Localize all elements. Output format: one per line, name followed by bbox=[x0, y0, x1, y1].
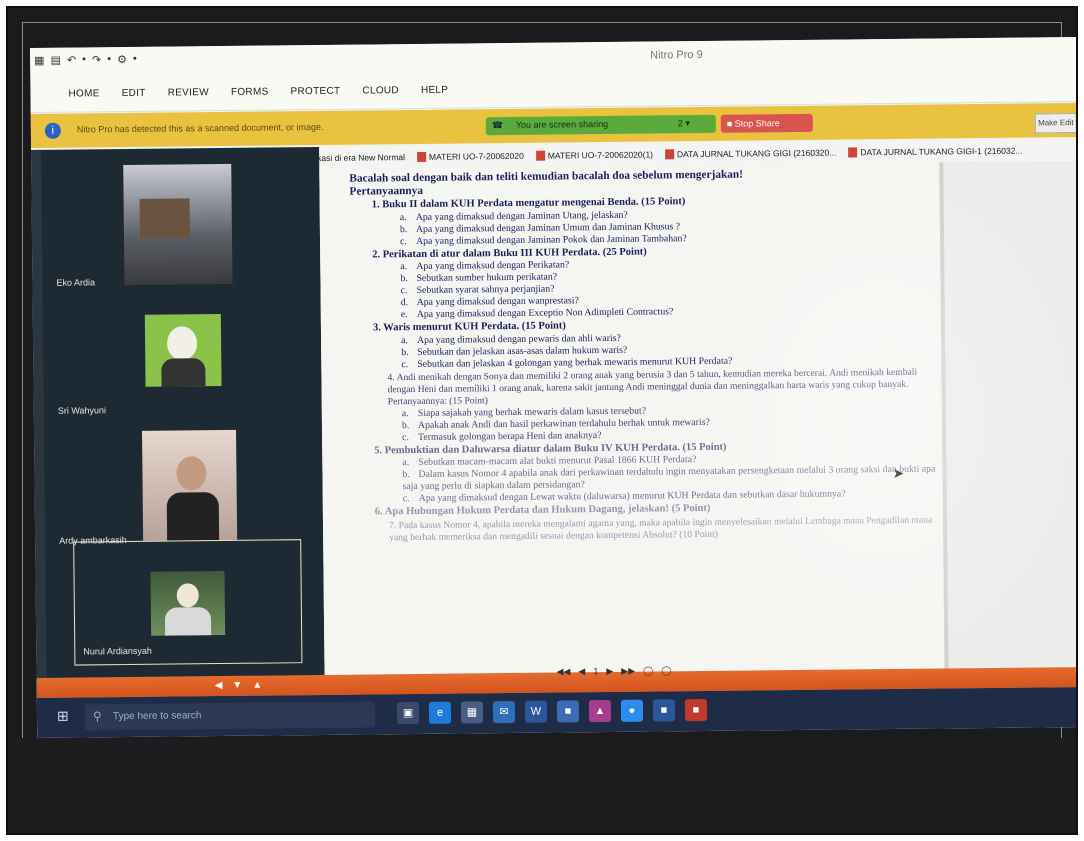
taskbar-search-input[interactable]: ⚲ Type here to search bbox=[84, 701, 376, 731]
body-shape bbox=[164, 607, 212, 636]
participant-video bbox=[123, 163, 233, 286]
first-page-icon[interactable]: ◀◀ bbox=[557, 666, 571, 677]
arrow-left-icon[interactable]: ◀ bbox=[215, 680, 223, 691]
active-participant-tile[interactable]: Nurul Ardiansyah bbox=[73, 539, 303, 666]
circle-icon[interactable]: ◯ bbox=[643, 666, 653, 677]
question-item: 7. Pada kasus Nomor 4, apabila mereka me… bbox=[388, 514, 933, 543]
previous-page-icon[interactable]: ◀ bbox=[578, 666, 585, 677]
dropdown-dot-icon[interactable]: • bbox=[133, 53, 137, 66]
tab-edit[interactable]: EDIT bbox=[122, 87, 146, 98]
bookmark-item[interactable]: MATERI UO-7-20062020 bbox=[416, 150, 524, 163]
search-placeholder: Type here to search bbox=[112, 710, 202, 723]
edge-icon[interactable]: e bbox=[428, 701, 452, 724]
make-editable-button[interactable]: Make Edit bbox=[1034, 113, 1076, 134]
participant-tile[interactable]: Eko Ardia bbox=[47, 157, 298, 290]
dropdown-dot-icon[interactable]: • bbox=[107, 53, 111, 66]
participant-video bbox=[150, 570, 226, 636]
page-number[interactable]: 1 bbox=[593, 666, 598, 677]
question-item: 4. Andi menikah dengan Sonya dan memilik… bbox=[387, 366, 918, 407]
participant-name: Nurul Ardiansyah bbox=[83, 645, 152, 657]
document-text: Bacalah soal dengan baik dan teliti kemu… bbox=[349, 167, 938, 545]
pdf-icon bbox=[535, 150, 545, 162]
undo-icon[interactable]: ↶ bbox=[67, 54, 76, 67]
bookmark-item[interactable]: DATA JURNAL TUKANG GIGI-1 (216032... bbox=[848, 145, 1023, 158]
pdf-icon bbox=[664, 149, 675, 160]
participant-name: Eko Ardia bbox=[56, 277, 96, 288]
info-icon: i bbox=[44, 122, 61, 139]
app-title: Nitro Pro 9 bbox=[650, 48, 703, 62]
arrow-up-icon[interactable]: ▲ bbox=[252, 680, 262, 691]
dropdown-dot-icon[interactable]: • bbox=[82, 53, 86, 66]
nitro-pdf-icon[interactable]: ■ bbox=[684, 698, 708, 722]
bookmark-item[interactable]: DATA JURNAL TUKANG GIGI (2160320... bbox=[664, 147, 836, 160]
screen-sharing-indicator[interactable]: ☎ You are screen sharing 2 ▾ bbox=[485, 114, 716, 136]
shoulders-shape bbox=[161, 358, 206, 387]
panel-grip[interactable] bbox=[31, 149, 47, 680]
screen: ▦ ▤ ↶ • ↷ • ⚙ • Nitro Pro 9 HOME EDIT RE… bbox=[30, 37, 1076, 738]
participant-tile[interactable]: Ardy ambarkasih bbox=[50, 423, 301, 551]
redo-icon[interactable]: ↷ bbox=[92, 53, 101, 66]
tab-home[interactable]: HOME bbox=[68, 88, 99, 99]
participant-count[interactable]: 2 ▾ bbox=[678, 118, 690, 129]
mail-icon[interactable]: ✉ bbox=[492, 700, 516, 724]
document-margin bbox=[939, 160, 1076, 669]
taskbar-apps: ▣ e ▦ ✉ W ■ ▲ ● ■ ■ bbox=[396, 698, 708, 725]
body-shape bbox=[166, 492, 220, 541]
tab-help[interactable]: HELP bbox=[421, 84, 448, 95]
pdf-icon bbox=[848, 147, 858, 158]
app-icon[interactable]: ▲ bbox=[588, 699, 612, 723]
hijab-shape bbox=[166, 326, 198, 361]
participants-video-panel: Eko Ardia Sri Wahyuni Ardy ambarkasih Nu… bbox=[31, 146, 325, 680]
tab-protect[interactable]: PROTECT bbox=[290, 85, 340, 97]
panel-controls: ◀ ▼ ▲ bbox=[215, 680, 263, 691]
participant-video bbox=[142, 429, 238, 541]
task-view-icon[interactable]: ▣ bbox=[396, 701, 420, 725]
quick-access-toolbar: ▦ ▤ ↶ • ↷ • ⚙ • bbox=[34, 53, 137, 67]
document-page: Bacalah soal dengan baik dan teliti kemu… bbox=[319, 162, 945, 675]
bookshelf-shape bbox=[139, 198, 191, 239]
arrow-down-icon[interactable]: ▼ bbox=[232, 680, 242, 691]
windows-start-icon[interactable]: ⊞ bbox=[57, 708, 69, 725]
tab-forms[interactable]: FORMS bbox=[231, 86, 269, 97]
page-navigation: ◀◀ ◀ 1 ▶ ▶▶ ◯ ◯ bbox=[557, 665, 672, 677]
file-explorer-icon[interactable]: ▦ bbox=[460, 701, 484, 724]
word-icon[interactable]: W bbox=[524, 700, 548, 723]
participant-video bbox=[144, 314, 222, 387]
open-icon[interactable]: ▦ bbox=[34, 54, 45, 67]
notice-text: Nitro Pro has detected this as a scanned… bbox=[76, 121, 324, 135]
last-page-icon[interactable]: ▶▶ bbox=[621, 666, 635, 677]
stop-share-button[interactable]: ■ Stop Share bbox=[720, 113, 813, 133]
app-icon[interactable]: ■ bbox=[556, 700, 580, 723]
next-page-icon[interactable]: ▶ bbox=[606, 666, 613, 677]
monitor-bezel bbox=[8, 738, 1076, 833]
participant-tile[interactable]: Sri Wahyuni bbox=[49, 295, 300, 418]
tab-cloud[interactable]: CLOUD bbox=[362, 85, 399, 96]
zoom-icon[interactable]: ● bbox=[620, 699, 644, 722]
search-icon: ⚲ bbox=[92, 709, 102, 724]
microphone-icon: ☎ bbox=[491, 120, 504, 131]
save-icon[interactable]: ▤ bbox=[50, 54, 61, 67]
tab-review[interactable]: REVIEW bbox=[168, 87, 209, 98]
sharing-status: You are screen sharing bbox=[515, 118, 609, 130]
mouse-cursor-icon: ➤ bbox=[892, 464, 905, 481]
pdf-icon bbox=[416, 152, 427, 163]
participant-name: Sri Wahyuni bbox=[57, 405, 107, 416]
photo-frame: ▦ ▤ ↶ • ↷ • ⚙ • Nitro Pro 9 HOME EDIT RE… bbox=[6, 6, 1078, 835]
monitor-screen: ▦ ▤ ↶ • ↷ • ⚙ • Nitro Pro 9 HOME EDIT RE… bbox=[30, 37, 1076, 738]
hijab-shape bbox=[176, 583, 199, 608]
face-shape bbox=[176, 456, 207, 491]
bookmark-item[interactable]: MATERI UO-7-20062020(1) bbox=[535, 149, 653, 162]
circle-icon[interactable]: ◯ bbox=[661, 665, 671, 676]
app-icon[interactable]: ■ bbox=[652, 699, 676, 722]
customize-icon[interactable]: ⚙ bbox=[117, 53, 127, 66]
